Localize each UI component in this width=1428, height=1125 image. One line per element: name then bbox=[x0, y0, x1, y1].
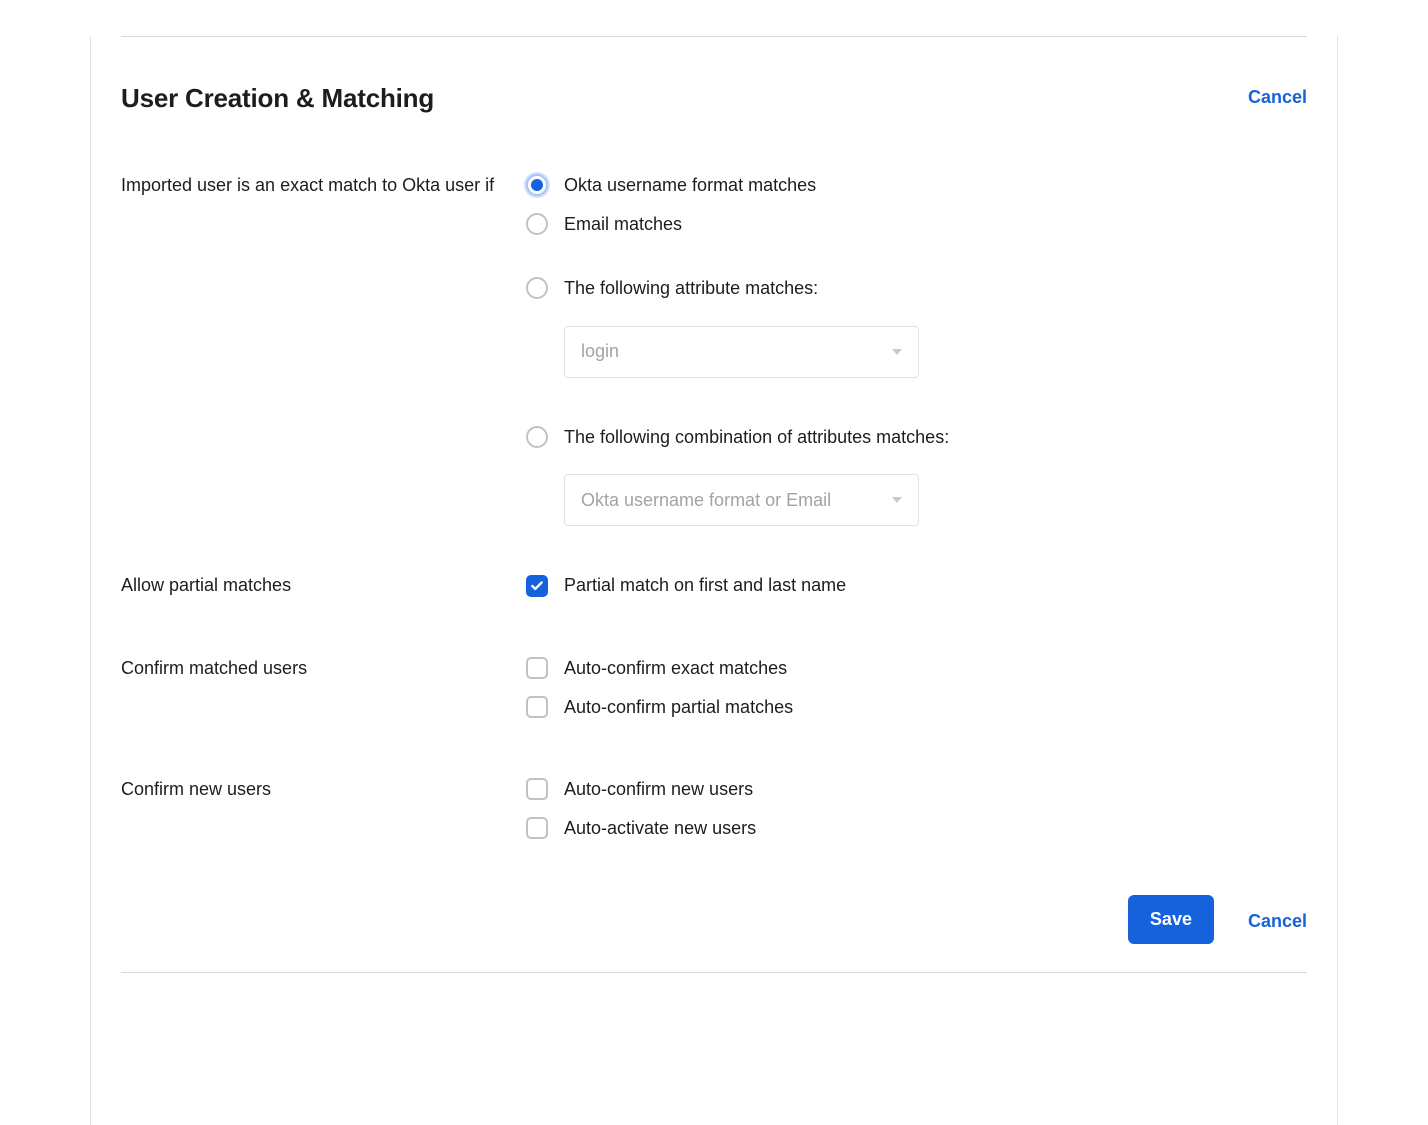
radio-okta-username-format-label: Okta username format matches bbox=[564, 170, 816, 201]
checkbox-auto-activate-new[interactable] bbox=[526, 817, 548, 839]
radio-email-matches[interactable] bbox=[526, 213, 548, 235]
partial-matches-label: Allow partial matches bbox=[121, 570, 526, 601]
confirm-new-label: Confirm new users bbox=[121, 774, 526, 805]
checkbox-partial-match-name[interactable] bbox=[526, 575, 548, 597]
attribute-select-value: login bbox=[581, 341, 619, 362]
radio-combination-matches[interactable] bbox=[526, 426, 548, 448]
checkbox-partial-match-name-label: Partial match on first and last name bbox=[564, 570, 846, 601]
attribute-select[interactable]: login bbox=[564, 326, 919, 378]
checkbox-auto-confirm-exact-label: Auto-confirm exact matches bbox=[564, 653, 787, 684]
chevron-down-icon bbox=[892, 497, 902, 503]
radio-email-matches-label: Email matches bbox=[564, 209, 682, 240]
radio-combination-matches-label: The following combination of attributes … bbox=[564, 422, 949, 453]
combination-select-value: Okta username format or Email bbox=[581, 490, 831, 511]
checkbox-auto-confirm-new-label: Auto-confirm new users bbox=[564, 774, 753, 805]
confirm-matched-label: Confirm matched users bbox=[121, 653, 526, 684]
checkbox-auto-confirm-partial[interactable] bbox=[526, 696, 548, 718]
checkbox-auto-activate-new-label: Auto-activate new users bbox=[564, 813, 756, 844]
checkbox-auto-confirm-partial-label: Auto-confirm partial matches bbox=[564, 692, 793, 723]
chevron-down-icon bbox=[892, 349, 902, 355]
radio-attribute-matches-label: The following attribute matches: bbox=[564, 273, 818, 304]
section-divider-bottom bbox=[121, 972, 1307, 973]
radio-attribute-matches[interactable] bbox=[526, 277, 548, 299]
cancel-top-button[interactable]: Cancel bbox=[1248, 83, 1307, 108]
save-button[interactable]: Save bbox=[1128, 895, 1214, 944]
checkbox-auto-confirm-exact[interactable] bbox=[526, 657, 548, 679]
radio-okta-username-format[interactable] bbox=[526, 174, 548, 196]
exact-match-label: Imported user is an exact match to Okta … bbox=[121, 170, 526, 201]
user-creation-matching-section: User Creation & Matching Cancel Imported… bbox=[121, 37, 1307, 1003]
combination-select[interactable]: Okta username format or Email bbox=[564, 474, 919, 526]
cancel-bottom-button[interactable]: Cancel bbox=[1248, 907, 1307, 932]
checkbox-auto-confirm-new[interactable] bbox=[526, 778, 548, 800]
section-title: User Creation & Matching bbox=[121, 83, 434, 114]
